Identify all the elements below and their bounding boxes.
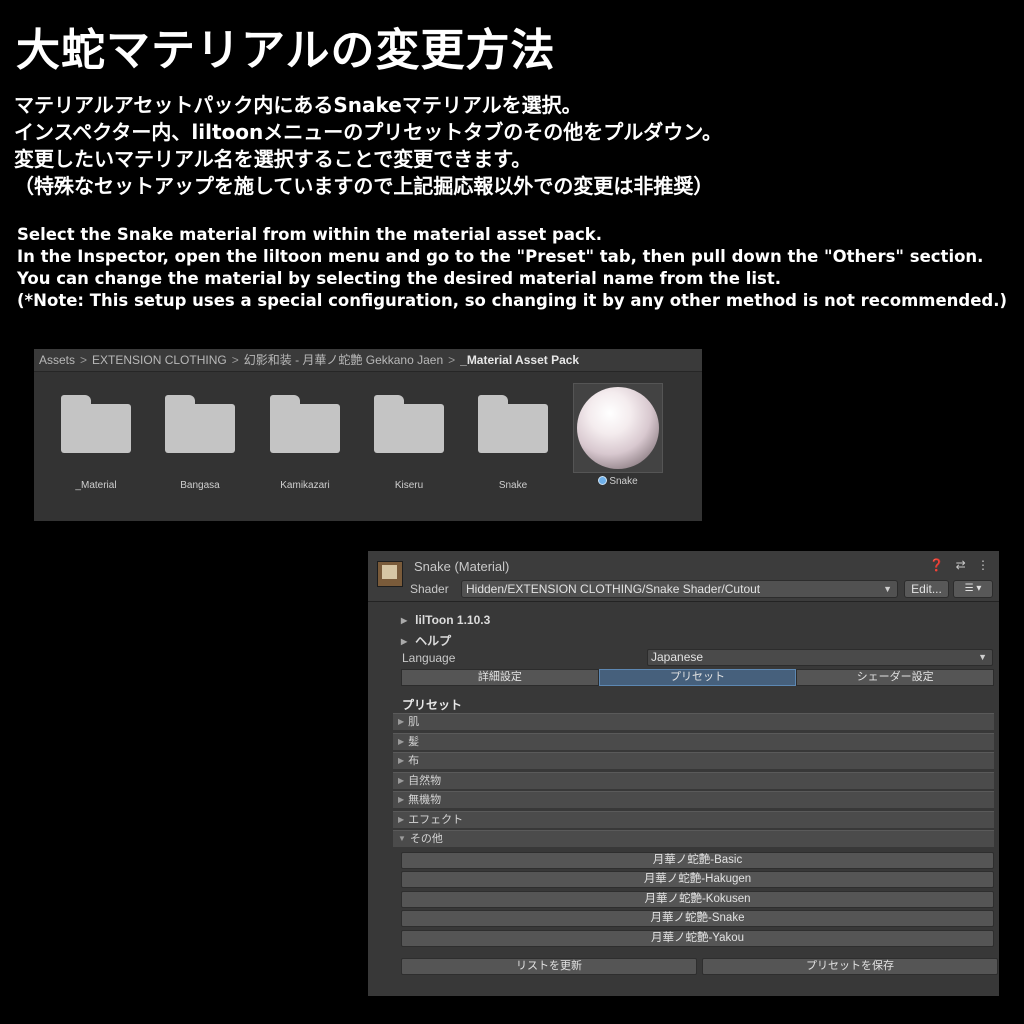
preset-button-basic[interactable]: 月華ノ蛇艶-Basic bbox=[401, 852, 994, 869]
category-effect[interactable]: ▶ エフェクト bbox=[393, 811, 994, 828]
page-title: 大蛇マテリアルの変更方法 bbox=[16, 25, 556, 76]
preset-button-yakou[interactable]: 月華ノ蛇艶-Yakou bbox=[401, 930, 994, 947]
triangle-right-icon: ▶ bbox=[398, 795, 405, 804]
material-item[interactable]: Snake bbox=[573, 383, 663, 487]
tab-shader-settings[interactable]: シェーダー設定 bbox=[796, 669, 995, 686]
preset-section-title: プリセット bbox=[402, 698, 463, 712]
foldout-help[interactable]: ▶ ヘルプ bbox=[401, 632, 451, 649]
triangle-right-icon: ▶ bbox=[398, 756, 405, 765]
triangle-right-icon: ▶ bbox=[398, 737, 405, 746]
breadcrumb-item[interactable]: EXTENSION CLOTHING bbox=[92, 353, 227, 367]
folder-label: _Material bbox=[75, 480, 117, 491]
triangle-right-icon: ▶ bbox=[398, 815, 405, 824]
folder-icon bbox=[374, 395, 444, 453]
material-sphere-icon bbox=[577, 387, 659, 469]
breadcrumb-item[interactable]: 幻影和装 - 月華ノ蛇艶 Gekkano Jaen bbox=[244, 353, 443, 367]
save-preset-button[interactable]: プリセットを保存 bbox=[702, 958, 998, 975]
preset-button-snake[interactable]: 月華ノ蛇艶-Snake bbox=[401, 910, 994, 927]
en-line: In the Inspector, open the liltoon menu … bbox=[17, 247, 984, 266]
folder-label: Kamikazari bbox=[280, 480, 330, 491]
shader-value: Hidden/EXTENSION CLOTHING/Snake Shader/C… bbox=[466, 582, 761, 596]
folder-icon bbox=[61, 395, 131, 453]
triangle-right-icon: ▶ bbox=[398, 776, 405, 785]
category-others[interactable]: ▼ その他 bbox=[393, 830, 994, 847]
category-skin[interactable]: ▶ 肌 bbox=[393, 713, 994, 730]
material-name: Snake (Material) bbox=[414, 559, 510, 574]
jp-line: インスペクター内、liltoonメニューのプリセットタブのその他をプルダウン。 bbox=[14, 120, 723, 144]
material-label: Snake bbox=[573, 476, 663, 487]
triangle-right-icon: ▶ bbox=[401, 637, 408, 646]
preset-button-hakugen[interactable]: 月華ノ蛇艶-Hakugen bbox=[401, 871, 994, 888]
chevron-down-icon: ▼ bbox=[883, 584, 892, 594]
foldout-liltoon[interactable]: ▶ lilToon 1.10.3 bbox=[401, 613, 490, 627]
triangle-right-icon: ▶ bbox=[401, 616, 408, 625]
inspector-window: Snake (Material) ❓ ⇄ ⋮ Shader Hidden/EXT… bbox=[368, 551, 999, 996]
tab-advanced[interactable]: 詳細設定 bbox=[401, 669, 599, 686]
folder-label: Kiseru bbox=[394, 480, 424, 491]
language-dropdown[interactable]: Japanese ▼ bbox=[647, 649, 993, 666]
en-line: Select the Snake material from within th… bbox=[17, 225, 603, 244]
triangle-right-icon: ▶ bbox=[398, 717, 405, 726]
japanese-instructions: マテリアルアセットパック内にあるSnakeマテリアルを選択。 インスペクター内、… bbox=[14, 92, 722, 200]
breadcrumb-separator: > bbox=[231, 353, 239, 367]
en-line: (*Note: This setup uses a special config… bbox=[17, 291, 1008, 310]
category-cloth[interactable]: ▶ 布 bbox=[393, 752, 994, 769]
tab-preset[interactable]: プリセット bbox=[598, 669, 797, 686]
breadcrumb-item[interactable]: Assets bbox=[39, 353, 75, 367]
folder-icon bbox=[165, 395, 235, 453]
en-line: You can change the material by selecting… bbox=[17, 269, 782, 288]
jp-line: 変更したいマテリアル名を選択することで変更できます。 bbox=[14, 147, 532, 171]
jp-line: （特殊なセットアップを施していますので上記掘応報以外での変更は非推奨） bbox=[14, 174, 714, 198]
category-nature[interactable]: ▶ 自然物 bbox=[393, 772, 994, 789]
tab-bar: 詳細設定 プリセット シェーダー設定 bbox=[401, 669, 995, 686]
shader-dropdown[interactable]: Hidden/EXTENSION CLOTHING/Snake Shader/C… bbox=[461, 580, 898, 598]
folder-label: Snake bbox=[498, 480, 528, 491]
jp-line: マテリアルアセットパック内にあるSnakeマテリアルを選択。 bbox=[14, 93, 582, 117]
category-hair[interactable]: ▶ 髪 bbox=[393, 733, 994, 750]
breadcrumb-separator: > bbox=[448, 353, 456, 367]
breadcrumb: Assets > EXTENSION CLOTHING > 幻影和装 - 月華ノ蛇艶 G… bbox=[34, 349, 702, 372]
chevron-down-icon: ▼ bbox=[978, 652, 987, 662]
material-icon bbox=[598, 476, 608, 485]
category-inorganic[interactable]: ▶ 無機物 bbox=[393, 791, 994, 808]
edit-button[interactable]: Edit... bbox=[904, 580, 949, 598]
breadcrumb-separator: > bbox=[80, 353, 88, 367]
folder-item[interactable]: Snake bbox=[468, 383, 558, 491]
refresh-list-button[interactable]: リストを更新 bbox=[401, 958, 697, 975]
breadcrumb-current[interactable]: _Material Asset Pack bbox=[460, 353, 579, 367]
english-instructions: Select the Snake material from within th… bbox=[17, 224, 1007, 312]
language-label: Language bbox=[402, 651, 456, 665]
folder-label: Bangasa bbox=[180, 480, 220, 491]
language-value: Japanese bbox=[651, 650, 704, 664]
folder-item[interactable]: _Material bbox=[51, 383, 141, 491]
folder-icon bbox=[270, 395, 340, 453]
folder-icon bbox=[478, 395, 548, 453]
folder-item[interactable]: Kamikazari bbox=[260, 383, 350, 491]
header-icons[interactable]: ❓ ⇄ ⋮ bbox=[929, 558, 993, 572]
folder-item[interactable]: Kiseru bbox=[364, 383, 454, 491]
list-menu-button[interactable]: ☰ ▾ bbox=[953, 580, 993, 598]
inspector-header: Snake (Material) ❓ ⇄ ⋮ Shader Hidden/EXT… bbox=[368, 551, 999, 602]
preset-button-kokusen[interactable]: 月華ノ蛇艶-Kokusen bbox=[401, 891, 994, 908]
project-window: Assets > EXTENSION CLOTHING > 幻影和装 - 月華ノ蛇艶 G… bbox=[34, 349, 702, 521]
material-preview-icon bbox=[377, 561, 403, 587]
folder-item[interactable]: Bangasa bbox=[155, 383, 245, 491]
triangle-down-icon: ▼ bbox=[398, 834, 406, 843]
material-thumbnail bbox=[573, 383, 663, 473]
shader-label: Shader bbox=[410, 582, 449, 596]
